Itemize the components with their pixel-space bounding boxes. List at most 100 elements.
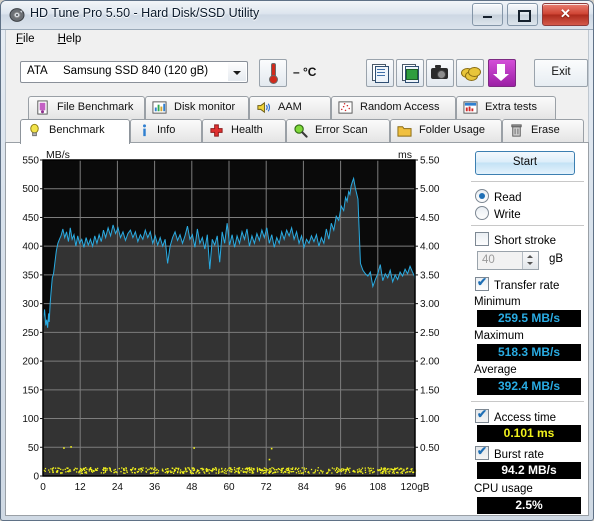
checkbox-access-time[interactable]: Access time [475, 408, 556, 424]
tab-folder-usage[interactable]: Folder Usage [390, 119, 502, 142]
tab-aam[interactable]: AAM [249, 96, 331, 119]
transfer-rate-label: Transfer rate [494, 280, 560, 292]
window-title: HD Tune Pro 5.50 - Hard Disk/SSD Utility [30, 6, 260, 20]
tab-info[interactable]: Info [130, 119, 202, 142]
benchmark-bulb-icon [30, 123, 39, 137]
svg-text:0: 0 [33, 472, 39, 483]
tab-label: Folder Usage [419, 124, 486, 136]
donate-button[interactable] [456, 59, 484, 87]
svg-text:4.00: 4.00 [420, 242, 440, 253]
tab-extra-tests[interactable]: Extra tests [456, 96, 556, 119]
radio-read[interactable]: Read [475, 189, 522, 204]
transfer-rate-checkbox-indicator [475, 276, 489, 291]
tab-label: Extra tests [485, 101, 537, 113]
disk-monitor-icon [152, 101, 167, 114]
hdtune-window: HD Tune Pro 5.50 - Hard Disk/SSD Utility… [0, 0, 594, 521]
svg-text:1.50: 1.50 [420, 385, 440, 396]
svg-text:1.00: 1.00 [420, 414, 440, 425]
tab-file-benchmark[interactable]: File Benchmark [28, 96, 145, 119]
tab-error-scan[interactable]: Error Scan [286, 119, 390, 142]
svg-text:12: 12 [75, 482, 87, 493]
svg-text:0: 0 [40, 482, 46, 493]
exit-button[interactable]: Exit [534, 59, 588, 87]
svg-text:100: 100 [22, 414, 39, 425]
close-button[interactable]: ✕ [542, 3, 589, 26]
maximize-button[interactable] [506, 3, 538, 26]
svg-text:60: 60 [223, 482, 235, 493]
checkbox-transfer-rate[interactable]: Transfer rate [475, 276, 560, 292]
svg-text:550: 550 [22, 156, 39, 167]
tab-disk-monitor[interactable]: Disk monitor [145, 96, 249, 119]
svg-text:350: 350 [22, 270, 39, 281]
svg-text:300: 300 [22, 299, 39, 310]
start-button[interactable]: Start [475, 151, 575, 175]
svg-text:MB/s: MB/s [46, 149, 70, 161]
menu-file[interactable]: File [6, 30, 45, 51]
svg-text:5.00: 5.00 [420, 184, 440, 195]
short-stroke-value: 40 [482, 254, 495, 266]
file-benchmark-icon [37, 100, 48, 115]
tab-label: File Benchmark [57, 101, 134, 113]
short-stroke-input[interactable]: 40 [477, 251, 539, 270]
burst-rate-value: 94.2 MB/s [477, 462, 581, 479]
copy-image-button[interactable] [396, 59, 424, 87]
radio-read-label: Read [494, 192, 522, 204]
svg-text:450: 450 [22, 213, 39, 224]
screenshot-button[interactable] [426, 59, 454, 87]
svg-text:96: 96 [335, 482, 347, 493]
tab-label: Error Scan [315, 124, 368, 136]
svg-text:84: 84 [298, 482, 310, 493]
tab-erase[interactable]: Erase [502, 119, 584, 142]
temperature-button[interactable] [259, 59, 287, 87]
minimize-button[interactable] [471, 3, 503, 26]
folder-usage-icon [397, 126, 412, 137]
tab-benchmark[interactable]: Benchmark [20, 119, 130, 144]
error-scan-magnifier-icon [294, 124, 308, 138]
svg-text:72: 72 [261, 482, 273, 493]
tab-health[interactable]: Health [202, 119, 286, 142]
menu-help[interactable]: Help [48, 30, 92, 51]
extra-tests-icon [463, 101, 478, 114]
svg-text:3.00: 3.00 [420, 299, 440, 310]
health-cross-icon [210, 124, 223, 137]
toolbar: ATA Samsung SSD 840 (120 gB) – °C Exit [5, 51, 589, 95]
minimum-label: Minimum [474, 296, 521, 308]
tab-strip: File Benchmark Disk monitor AAM Random A… [5, 95, 589, 144]
svg-text:5.50: 5.50 [420, 156, 440, 167]
short-stroke-stepper[interactable] [522, 252, 538, 269]
tab-row-top: File Benchmark Disk monitor AAM Random A… [6, 96, 588, 120]
average-value: 392.4 MB/s [477, 378, 581, 395]
info-icon [143, 124, 146, 137]
short-stroke-label: Short stroke [494, 235, 556, 247]
svg-text:48: 48 [186, 482, 198, 493]
benchmark-chart: MB/s ms 0 50 100 150 200 250 300 350 400 450 500 550 0… [11, 148, 463, 510]
burst-rate-label: Burst rate [494, 449, 544, 461]
tab-label: Random Access [360, 101, 440, 113]
maximum-value: 518.3 MB/s [477, 344, 581, 361]
svg-text:120gB: 120gB [401, 482, 430, 493]
cpu-usage-value: 2.5% [477, 497, 581, 514]
radio-write[interactable]: Write [475, 206, 521, 221]
drive-interface-label: ATA [27, 65, 48, 77]
benchmark-panel: MB/s ms 0 50 100 150 200 250 300 350 400 450 500 550 0… [5, 142, 589, 516]
svg-text:4.50: 4.50 [420, 213, 440, 224]
svg-text:400: 400 [22, 242, 39, 253]
tab-random-access[interactable]: Random Access [331, 96, 456, 119]
erase-trash-icon [511, 124, 522, 137]
checkbox-burst-rate[interactable]: Burst rate [475, 445, 544, 461]
tab-label: Disk monitor [174, 101, 236, 113]
svg-text:250: 250 [22, 328, 39, 339]
svg-text:2.00: 2.00 [420, 357, 440, 368]
tab-label: Benchmark [49, 124, 105, 136]
tab-label: Erase [531, 124, 560, 136]
average-label: Average [474, 364, 517, 376]
svg-text:50: 50 [28, 443, 40, 454]
drive-select[interactable]: ATA Samsung SSD 840 (120 gB) [20, 61, 248, 83]
menu-bar: File Help [5, 30, 589, 52]
short-stroke-unit: gB [549, 253, 564, 265]
checkbox-short-stroke[interactable]: Short stroke [475, 232, 556, 247]
chevron-down-icon[interactable] [228, 63, 246, 81]
copy-text-button[interactable] [366, 59, 394, 87]
access-time-label: Access time [494, 412, 556, 424]
download-button[interactable] [488, 59, 516, 87]
